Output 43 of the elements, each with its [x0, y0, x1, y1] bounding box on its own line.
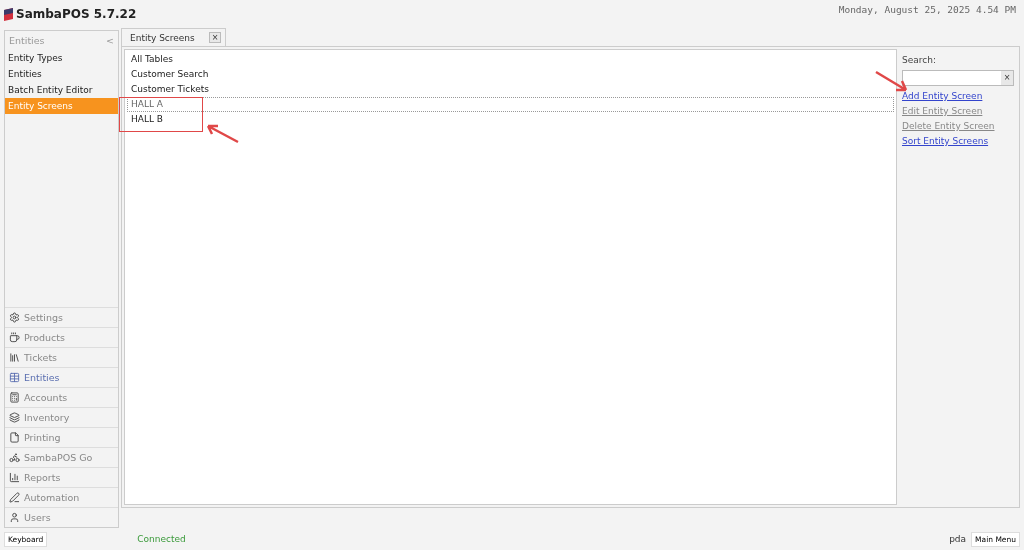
- clear-button[interactable]: ×: [1001, 71, 1013, 85]
- bar-chart-icon: [9, 472, 20, 483]
- menu-item[interactable]: Batch Entity Editor: [5, 82, 118, 98]
- nav-item[interactable]: Reports: [5, 467, 118, 487]
- close-button[interactable]: ×: [208, 32, 222, 43]
- calculator-icon: [9, 392, 20, 403]
- list-item[interactable]: Customer Tickets: [127, 82, 894, 97]
- list-item[interactable]: All Tables: [127, 52, 894, 67]
- nav-item[interactable]: Accounts: [5, 387, 118, 407]
- date-time: Monday, August 25, 2025 4.54 PM: [838, 4, 1016, 15]
- document-icon: [9, 432, 20, 443]
- action-link[interactable]: Add Entity Screen: [902, 91, 1014, 101]
- tab[interactable]: Entity Screens ×: [121, 28, 227, 46]
- search-label: Search:: [902, 55, 937, 65]
- nav-item[interactable]: Users: [5, 507, 118, 527]
- menu-item[interactable]: Entity Types: [5, 50, 118, 66]
- nav-item[interactable]: Automation: [5, 487, 118, 507]
- list-item[interactable]: HALL B: [127, 112, 894, 127]
- search-field[interactable]: ×: [902, 70, 1014, 86]
- bike-icon: [9, 452, 20, 463]
- nav-item[interactable]: Settings: [5, 307, 118, 327]
- settings-icon: [9, 312, 20, 323]
- logo-icon: [4, 7, 13, 21]
- user-name: pda: [949, 534, 967, 544]
- app-title: SambaPOS 5.7.22: [16, 7, 137, 21]
- books-icon: [9, 352, 20, 363]
- nav-item[interactable]: SambaPOS Go: [5, 447, 118, 467]
- connection-status: Connected: [137, 534, 187, 544]
- nav-item[interactable]: Entities: [5, 367, 118, 387]
- nav-item[interactable]: Products: [5, 327, 118, 347]
- cup-icon: [9, 332, 20, 343]
- nav-item[interactable]: Tickets: [5, 347, 118, 367]
- user-icon: [9, 512, 20, 523]
- section-title: Entities: [9, 35, 45, 46]
- action-link[interactable]: Sort Entity Screens: [902, 136, 1014, 146]
- nav-item[interactable]: Inventory: [5, 407, 118, 427]
- nav-item[interactable]: Printing: [5, 427, 118, 447]
- list-item[interactable]: Customer Search: [127, 67, 894, 82]
- table-icon: [9, 372, 20, 383]
- pen-icon: [9, 492, 20, 503]
- list-item[interactable]: HALL A: [127, 97, 894, 112]
- menu-item[interactable]: Entities: [5, 66, 118, 82]
- layers-icon: [9, 412, 20, 423]
